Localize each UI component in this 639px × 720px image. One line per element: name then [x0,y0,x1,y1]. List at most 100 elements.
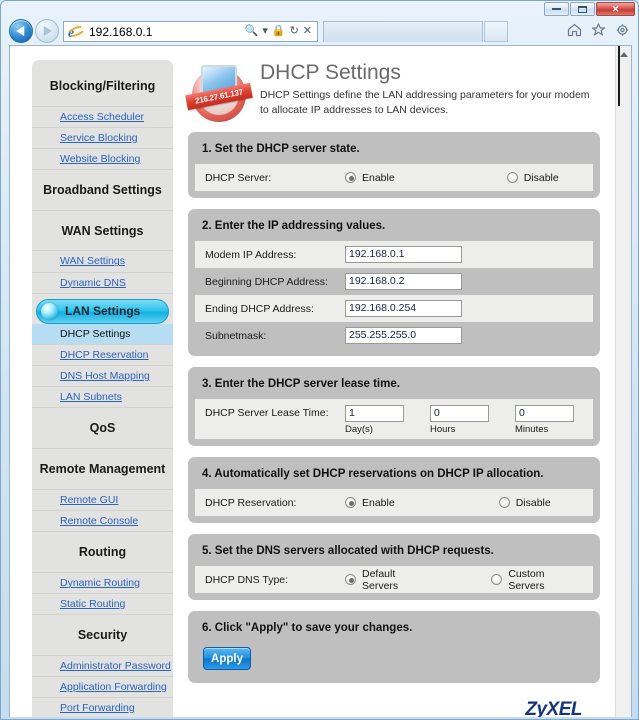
radio-icon[interactable] [345,497,356,508]
new-tab-button[interactable] [484,21,508,42]
forward-button[interactable] [35,19,59,43]
main-content: 216.27.61.137 DHCP Settings DHCP Setting… [185,60,600,717]
stop-icon[interactable]: ✕ [303,26,312,37]
radio-option-enable[interactable]: Enable [345,172,395,184]
radio-label: Custom Servers [508,567,545,592]
sidebar-item-administrator-password[interactable]: Administrator Password [32,654,173,676]
sidebar-group-title: Remote Management [39,462,166,477]
sidebar-group-title[interactable]: Broadband Settings [32,170,173,210]
section-apply: 6. Click "Apply" to save your changes. A… [188,611,600,683]
sidebar-item-wan-settings[interactable]: WAN Settings [32,250,173,271]
section-ip-addressing: 2. Enter the IP addressing values. Modem… [188,209,600,356]
radio-option-custom-servers[interactable]: Custom Servers [491,568,583,592]
lease-days-caption: Day(s) [345,424,373,435]
radio-icon[interactable] [345,574,356,585]
page-header: 216.27.61.137 DHCP Settings DHCP Setting… [185,60,600,132]
vertical-scrollbar[interactable] [615,46,631,717]
field-label: DHCP DNS Type: [205,573,289,586]
radio-option-disable[interactable]: Disable [498,497,551,509]
radio-icon[interactable] [491,574,503,585]
field-label: DHCP Server: [205,171,272,184]
minimize-button[interactable] [544,2,569,16]
sidebar-group-title[interactable]: QoS [32,408,173,448]
form-row: Subnetmask: 255.255.255.0 [195,322,593,349]
section-title: 5. Set the DNS servers allocated with DH… [202,545,494,557]
sidebar-item-port-forwarding[interactable]: Port Forwarding [32,696,173,717]
section-title: 1. Set the DHCP server state. [202,143,360,155]
sidebar-item-application-forwarding[interactable]: Application Forwarding [32,675,173,697]
zyxel-logo: ZyXEL ENABLED [188,694,600,717]
radio-label: Default Servers [362,567,399,592]
radio-icon[interactable] [506,172,518,183]
lease-minutes-input[interactable]: 0 [515,405,574,422]
radio-icon[interactable] [498,497,510,508]
sidebar-item-dhcp-settings[interactable]: DHCP Settings [32,323,173,344]
modem-ip-address-input[interactable]: 192.168.0.1 [345,246,462,263]
back-button[interactable] [9,19,33,43]
sidebar-group-lan-settings[interactable]: LAN Settings [36,298,169,324]
close-button[interactable]: ✕ [596,2,635,16]
page-title: DHCP Settings [260,61,401,84]
maximize-button[interactable] [570,2,595,16]
radio-label: Enable [362,171,395,184]
sidebar-item-dhcp-reservation[interactable]: DHCP Reservation [32,343,173,365]
section-lease-time: 3. Enter the DHCP server lease time. DHC… [188,367,600,446]
beginning-dhcp-address-input[interactable]: 192.168.0.2 [345,273,462,290]
divider [32,292,173,294]
sidebar-item-dynamic-dns[interactable]: Dynamic DNS [32,271,173,293]
radio-option-default-servers[interactable]: Default Servers [345,568,434,592]
lease-hours-caption: Hours [430,424,456,435]
sidebar-navigation: Blocking/Filtering Access Scheduler Serv… [32,60,173,717]
radio-option-enable[interactable]: Enable [345,497,395,509]
ie-logo-icon: e [65,23,87,41]
sidebar-item-service-blocking[interactable]: Service Blocking [32,126,173,148]
address-bar[interactable]: e 192.168.0.1 🔍 ▾ 🔒 ↻ ✕ [63,21,318,42]
sidebar-item-dynamic-routing[interactable]: Dynamic Routing [32,571,173,593]
lease-hours-input[interactable]: 0 [430,405,489,422]
apply-button[interactable]: Apply [203,647,251,670]
web-page: Blocking/Filtering Access Scheduler Serv… [10,46,616,717]
section-title: 4. Automatically set DHCP reservations o… [202,468,544,480]
search-icon[interactable]: 🔍 [245,26,259,37]
form-row: DHCP Server: Enable Disable [195,164,593,191]
toolbar-icons [567,23,630,37]
radio-icon[interactable] [345,172,356,183]
radio-option-disable[interactable]: Disable [506,171,559,184]
browser-window: ✕ e 192.168.0.1 🔍 ▾ 🔒 ↻ ✕ Blocking/Filte… [0,0,639,720]
radio-label: Disable [523,171,559,184]
star-icon[interactable] [591,23,606,37]
page-viewport: Blocking/Filtering Access Scheduler Serv… [9,45,632,717]
sidebar-item-remote-gui[interactable]: Remote GUI [32,488,173,510]
section-dhcp-reservation: 4. Automatically set DHCP reservations o… [188,457,600,523]
ending-dhcp-address-input[interactable]: 192.168.0.254 [345,300,462,317]
lease-days-input[interactable]: 1 [345,405,404,422]
active-indicator-orb-icon [41,302,58,320]
page-description: DHCP Settings define the LAN addressing … [260,89,590,117]
sidebar-group-title: WAN Settings [61,223,144,238]
browser-tab[interactable] [323,21,483,42]
section-title: 2. Enter the IP addressing values. [202,220,386,232]
lease-minutes-caption: Minutes [515,424,549,435]
field-label: Subnetmask: [205,329,267,342]
refresh-icon[interactable]: ↻ [290,26,299,37]
sidebar-group-title: LAN Settings [65,304,141,319]
sidebar-item-dns-host-mapping[interactable]: DNS Host Mapping [32,365,173,386]
lock-icon: 🔒 [271,25,286,37]
chevron-down-icon[interactable]: ▾ [262,26,268,37]
subnetmask-input[interactable]: 255.255.255.0 [345,327,462,344]
form-row: DHCP Reservation: Enable Disable [195,489,593,516]
sidebar-item-static-routing[interactable]: Static Routing [32,592,173,614]
form-row: Beginning DHCP Address: 192.168.0.2 [195,268,593,295]
sidebar-item-remote-console[interactable]: Remote Console [32,509,173,531]
sidebar-item-website-blocking[interactable]: Website Blocking [32,147,173,169]
sidebar-item-access-scheduler[interactable]: Access Scheduler [32,105,173,127]
home-icon[interactable] [567,23,582,37]
gear-icon[interactable] [615,23,630,37]
sidebar-group-title: Routing [78,545,127,560]
sidebar-group-title: Security [77,627,128,642]
sidebar-item-lan-subnets[interactable]: LAN Subnets [32,386,173,407]
address-input[interactable]: 192.168.0.1 [89,25,245,39]
brand-name: ZyXEL [525,699,582,717]
dhcp-monitor-icon: 216.27.61.137 [185,62,253,124]
form-row: Modem IP Address: 192.168.0.1 [195,241,593,268]
